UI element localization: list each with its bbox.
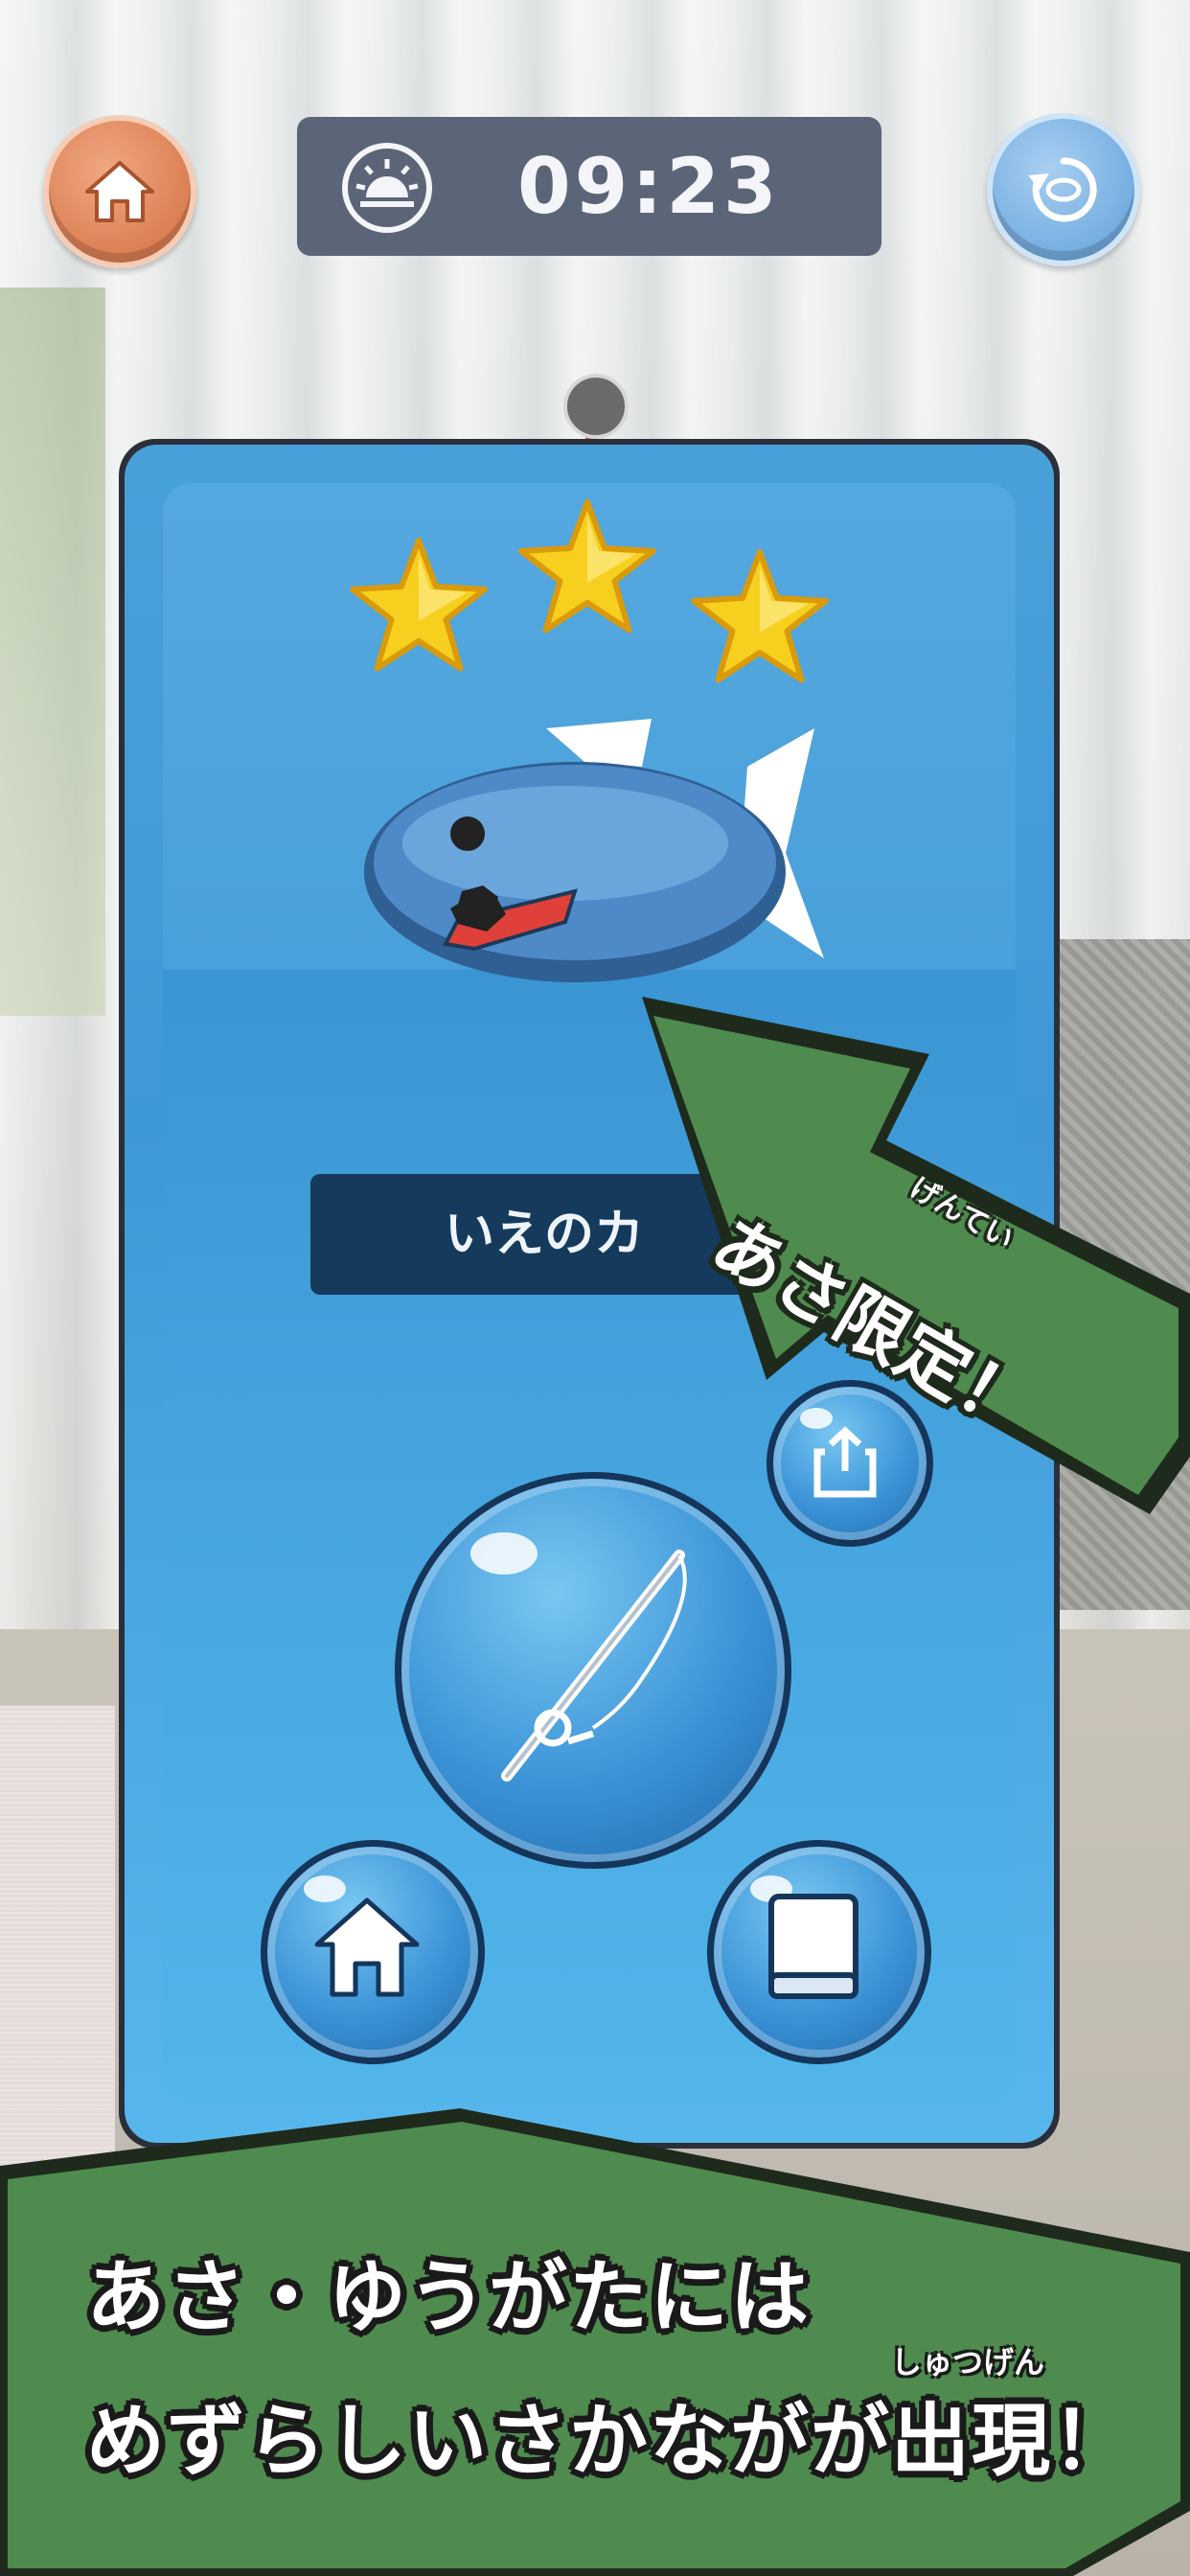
refresh-button[interactable]: [987, 113, 1140, 266]
fishing-button[interactable]: [395, 1472, 791, 1869]
hanging-pin: [563, 374, 629, 439]
home-button[interactable]: [43, 115, 196, 268]
refresh-icon: [1028, 157, 1097, 222]
book-icon: [768, 1894, 858, 1999]
bottom-banner-line1: あさ・ゆうがたには: [86, 2252, 812, 2343]
bottom-banner-line2: めずらしいさかながが出現！: [86, 2396, 1133, 2487]
clock-time: 09:23: [517, 142, 781, 231]
sunrise-icon: [342, 143, 432, 233]
fish-image: [364, 719, 824, 982]
home-icon: [314, 1898, 420, 1997]
star-icon: [691, 549, 829, 683]
home-icon: [85, 161, 154, 222]
book-button[interactable]: [707, 1840, 931, 2064]
background-window: [0, 288, 105, 1016]
home-bottom-button[interactable]: [261, 1840, 485, 2064]
star-icon: [350, 538, 488, 672]
arrow-callout: [642, 997, 1190, 1514]
star-icon: [518, 499, 656, 633]
clock-panel: 09:23: [297, 117, 881, 256]
fishing-rod-icon: [501, 1550, 687, 1782]
